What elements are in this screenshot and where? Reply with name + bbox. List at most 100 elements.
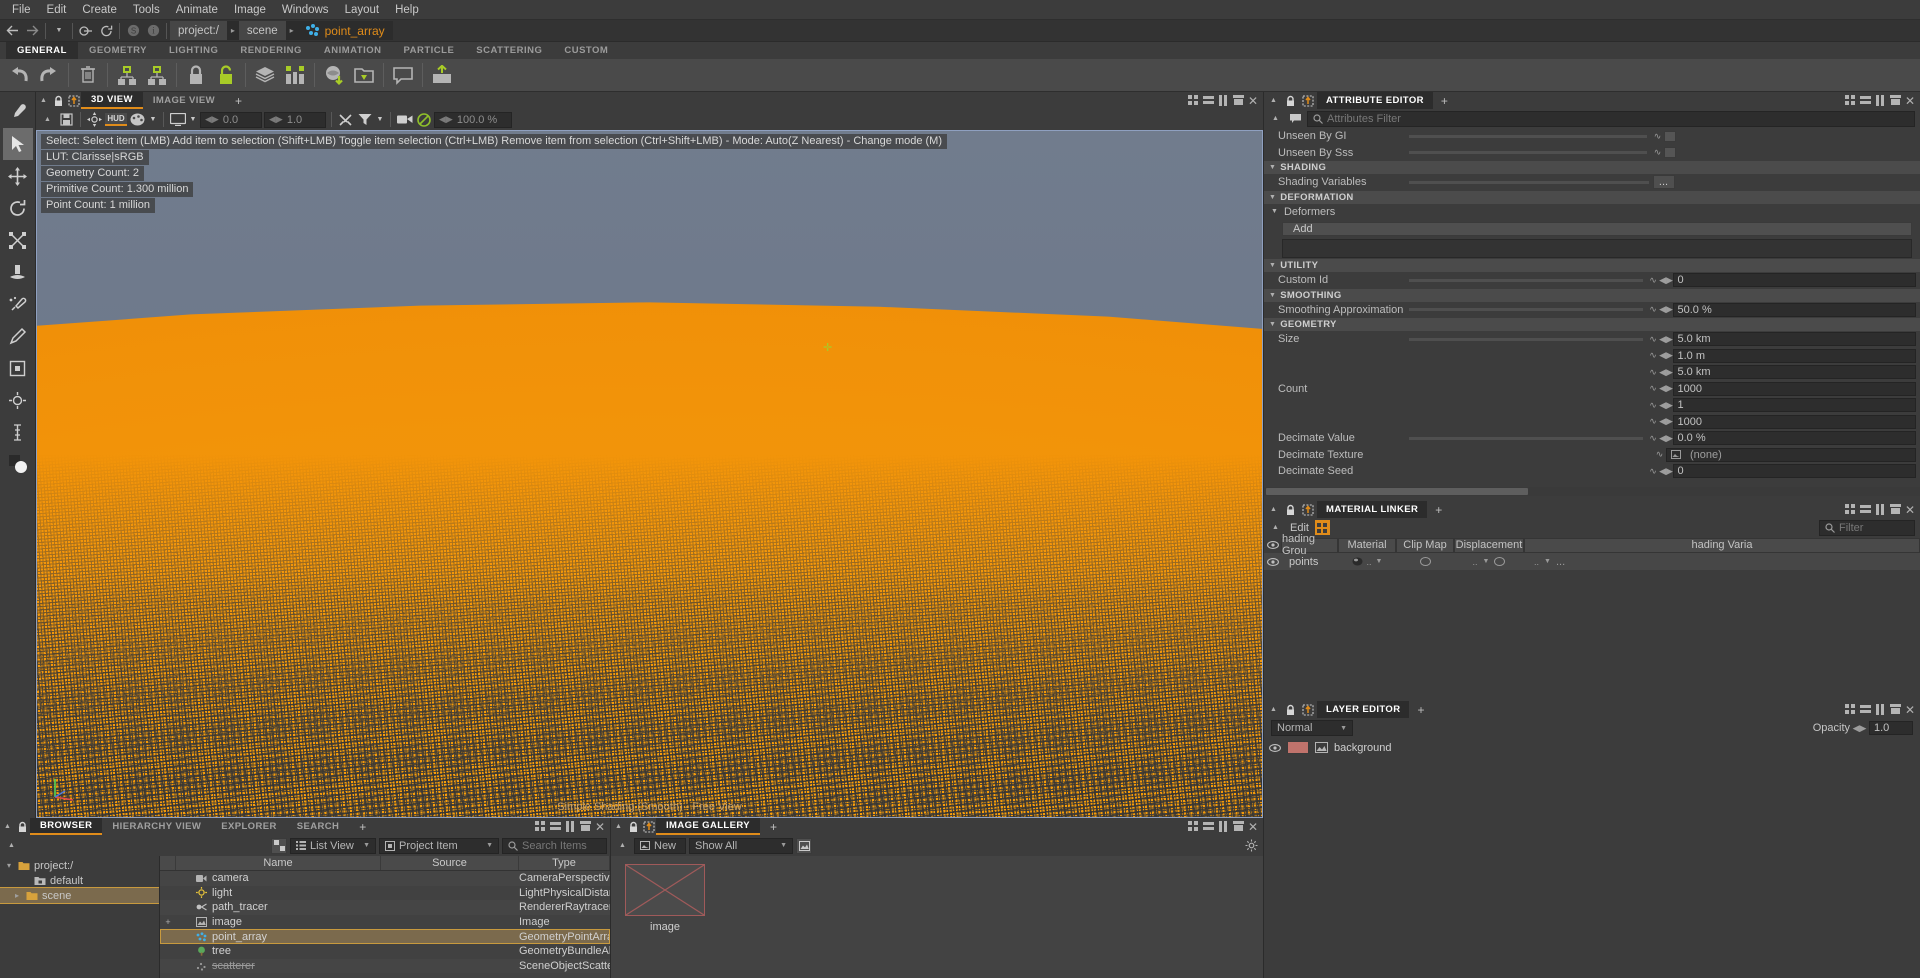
attr-spinner-icon[interactable]: ◀▶ [1660, 275, 1673, 286]
tab-3d-view[interactable]: 3D VIEW [81, 92, 143, 109]
save-icon[interactable] [58, 111, 75, 128]
info-icon[interactable]: i [143, 21, 163, 41]
tab-image-view[interactable]: IMAGE VIEW [143, 92, 225, 109]
menu-help[interactable]: Help [387, 2, 427, 18]
history-dropdown-icon[interactable]: ▼ [49, 21, 69, 41]
attribute-hscroll-thumb[interactable] [1266, 488, 1528, 495]
breadcrumb-current[interactable]: point_array [298, 21, 393, 40]
breadcrumb-scene[interactable]: scene [239, 21, 286, 40]
ae-layout-rows-icon[interactable] [1858, 93, 1872, 108]
tab-particle[interactable]: PARTICLE [393, 42, 466, 59]
palette-dropdown-icon[interactable]: ▼ [148, 111, 158, 128]
view-mode-select[interactable]: List View ▼ [290, 838, 376, 854]
attribute-list[interactable]: Unseen By GI ∿ Unseen By Sss ∿ [1264, 128, 1920, 501]
gallery-layout-grid-icon[interactable] [1186, 819, 1200, 834]
bounds-tool[interactable] [3, 352, 33, 384]
pen-tool[interactable] [3, 320, 33, 352]
gallery-item[interactable]: image [625, 864, 705, 933]
attr-row-unseen-by-sss[interactable]: Unseen By Sss ∿ [1264, 145, 1920, 162]
tab-animation[interactable]: ANIMATION [313, 42, 393, 59]
attr-row-decimate-texture[interactable]: Decimate Texture ∿ (none) [1264, 447, 1920, 464]
le-layout-maximize-icon[interactable] [1888, 702, 1902, 717]
le-sync-icon[interactable] [1300, 702, 1315, 717]
table-row[interactable]: point_array GeometryPointArray [160, 929, 610, 944]
attr-row-count-z[interactable]: ∿ ◀▶ 1000 [1264, 414, 1920, 431]
tab-hierarchy-view[interactable]: HIERARCHY VIEW [102, 818, 211, 835]
no-entry-icon[interactable] [415, 111, 432, 128]
attr-row-custom-id[interactable]: Custom Id ∿ ◀▶ 0 [1264, 272, 1920, 289]
size-x-field[interactable]: 5.0 km [1673, 332, 1917, 346]
tab-browser[interactable]: BROWSER [30, 818, 102, 835]
opacity-field[interactable]: 1.0 [1869, 721, 1913, 735]
browser-layout-columns-icon[interactable] [563, 819, 577, 834]
attr-link-icon[interactable]: ∿ [1651, 147, 1664, 158]
ml-row-clipmap-cell[interactable] [1396, 557, 1454, 566]
smoothing-approximation-field[interactable]: 50.0 % [1673, 303, 1917, 317]
reference-folder-icon[interactable] [349, 61, 379, 90]
lock-icon[interactable] [181, 61, 211, 90]
browser-layout-rows-icon[interactable] [548, 819, 562, 834]
comment-icon[interactable] [388, 61, 418, 90]
redo-icon[interactable] [34, 61, 64, 90]
attr-link-icon[interactable]: ∿ [1647, 367, 1660, 378]
custom-id-field[interactable]: 0 [1673, 273, 1917, 287]
ml-shadingvars-ellipsis[interactable]: ... [1556, 556, 1565, 568]
attr-spinner-icon[interactable]: ◀▶ [1660, 416, 1673, 427]
browser-collapse-icon[interactable]: ▲ [0, 819, 15, 834]
search-items-input[interactable]: Search Items [502, 838, 607, 854]
gallery-thumbnail-size-icon[interactable] [796, 838, 812, 854]
attr-link-icon[interactable]: ∿ [1651, 131, 1664, 142]
layer-visibility-eye-icon[interactable] [1268, 744, 1281, 752]
tab-rendering[interactable]: RENDERING [229, 42, 313, 59]
ml-col-material[interactable]: Material [1338, 538, 1396, 553]
attr-link-icon[interactable]: ∿ [1647, 400, 1660, 411]
ml-col-shading-group[interactable]: hading Grou [1281, 538, 1338, 553]
ml-row-shadingvars-cell[interactable]: .. ▼ ... [1524, 556, 1920, 568]
le-add-tab[interactable]: + [1411, 703, 1430, 717]
gallery-sync-icon[interactable] [641, 819, 656, 834]
ml-lock-icon[interactable] [1283, 502, 1298, 517]
table-row[interactable]: camera CameraPerspective [160, 871, 610, 886]
attr-spinner-icon[interactable]: ◀▶ [1660, 350, 1673, 361]
ae-bar-collapse-icon[interactable]: ▲ [1267, 110, 1284, 127]
ae-close-icon[interactable]: ✕ [1903, 93, 1917, 108]
tools-icon[interactable] [337, 111, 354, 128]
menu-file[interactable]: File [4, 2, 39, 18]
group-twisty-icon[interactable]: ▼ [1269, 194, 1276, 201]
attr-row-deformers[interactable]: ▼ Deformers [1264, 204, 1920, 221]
blend-mode-select[interactable]: Normal ▼ [1271, 720, 1353, 736]
menu-windows[interactable]: Windows [274, 2, 337, 18]
breadcrumb-project[interactable]: project:/ [170, 21, 227, 40]
count-x-field[interactable]: 1000 [1673, 382, 1917, 396]
filter-mode-select[interactable]: Project Item ▼ [379, 838, 499, 854]
attr-row-decimate-value[interactable]: Decimate Value ∿ ◀▶ 0.0 % [1264, 430, 1920, 447]
tree-item-default[interactable]: default [0, 873, 159, 888]
navigation-icon[interactable] [86, 111, 103, 128]
le-layout-rows-icon[interactable] [1858, 702, 1872, 717]
attr-spinner-icon[interactable]: ◀▶ [1660, 466, 1673, 477]
col-source[interactable]: Source [381, 856, 519, 870]
layout-maximize-icon[interactable] [1231, 93, 1245, 108]
ml-layout-grid-icon[interactable] [1843, 502, 1857, 517]
table-row[interactable]: light LightPhysicalDistant [160, 886, 610, 901]
table-row[interactable]: path_tracer RendererRaytracer [160, 900, 610, 915]
vp-collapse-icon[interactable]: ▲ [39, 111, 56, 128]
add-deformer-button[interactable]: Add [1282, 222, 1912, 236]
attr-track[interactable] [1409, 151, 1647, 154]
tab-explorer[interactable]: EXPLORER [211, 818, 286, 835]
back-arrow-icon[interactable] [2, 21, 22, 41]
gallery-collapse-icon[interactable]: ▲ [611, 819, 626, 834]
export-icon[interactable] [427, 61, 457, 90]
menu-layout[interactable]: Layout [337, 2, 388, 18]
viewport-zoom-field[interactable]: ◀▶ 100.0 % [434, 112, 512, 128]
attr-group-utility[interactable]: ▼ UTILITY [1264, 259, 1920, 272]
browser-layout-grid-icon[interactable] [533, 819, 547, 834]
ae-layout-columns-icon[interactable] [1873, 93, 1887, 108]
group-icon[interactable] [112, 61, 142, 90]
row-expander[interactable]: + [160, 917, 176, 927]
tree-item-scene[interactable]: ▸ scene [0, 888, 159, 903]
ml-collapse-icon[interactable]: ▲ [1266, 502, 1281, 517]
gallery-thumbnail[interactable] [625, 864, 705, 916]
goto-target-icon[interactable] [76, 21, 96, 41]
3d-viewport[interactable]: ✛ Select: Select item (LMB) Add item to … [36, 130, 1263, 818]
